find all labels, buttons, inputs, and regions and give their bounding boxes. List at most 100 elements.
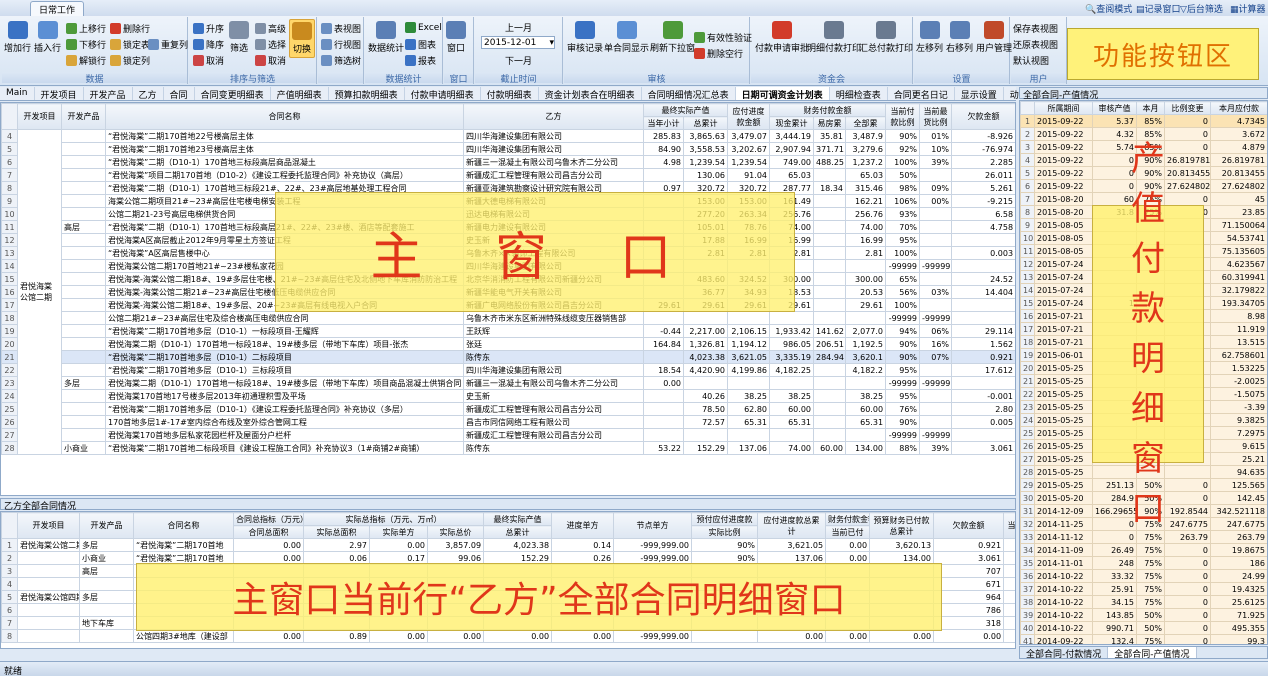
excel-button[interactable]: Excel — [405, 22, 442, 33]
col-output[interactable]: 最终实际产值 — [643, 103, 728, 117]
table-view-button[interactable]: 表视图 — [321, 22, 361, 35]
table-row[interactable]: 37 2014-10-22 25.91 75% 0 19.4325 — [1020, 582, 1267, 596]
filter-tree-button[interactable]: 筛选树 — [321, 54, 361, 67]
col-pre[interactable]: 当前最货比例 — [919, 103, 953, 130]
add-row-button[interactable]: 增加行 — [4, 21, 31, 54]
restore-view-button[interactable]: 还原表视图 — [1013, 38, 1058, 51]
sort-cancel-button[interactable]: 取消 — [193, 54, 224, 67]
move-col-left-button[interactable]: 左移列 — [916, 21, 943, 54]
view-mode-button[interactable]: 🔍查阅模式 — [1085, 2, 1132, 15]
table-row[interactable]: 27 君悦海棠170首地多层私家花园栏杆及屋面分户栏杆 新疆成汇工程管理有限公司昌吉… — [1, 428, 1015, 442]
table-row[interactable]: 39 2014-10-22 143.85 50% 0 71.925 — [1020, 608, 1267, 622]
table-row[interactable]: 41 2014-09-22 132.4 75% 0 99.3 — [1020, 634, 1267, 644]
cell-contract[interactable]: “君悦海棠”二期170首地多层（D10-1）三标段项目 — [105, 363, 464, 377]
bcol-budget-paid[interactable]: 预算财务已付款总累计 — [869, 512, 935, 539]
col-contract[interactable]: 合同名称 — [105, 103, 464, 130]
module-tab[interactable]: 付款明细表 — [481, 87, 539, 101]
cell-contract[interactable]: “君悦海棠”二期170首地二标段项目《建设工程施工合同》补充协议3（1#商铺2#… — [105, 441, 464, 455]
bcol-node-unit[interactable]: 节点单方 — [613, 512, 693, 539]
unlock-row-button[interactable]: 解锁行 — [66, 54, 106, 67]
report-button[interactable]: 报表 — [405, 54, 436, 67]
tab-output-status[interactable]: 全部合同-产值情况 — [1108, 647, 1197, 660]
bcol-fin-paid[interactable]: 财务付款金额 — [825, 512, 871, 526]
bcol-actual-index[interactable]: 实际总指标（万元、万㎡） — [302, 512, 485, 526]
bsub-actual-unit[interactable]: 实际单方 — [369, 525, 428, 539]
module-tab[interactable]: 付款申请明细表 — [405, 87, 481, 101]
bsub-current-paid[interactable]: 当前已付 — [825, 525, 871, 539]
col-fin-cash[interactable]: 现金累计 — [769, 116, 814, 130]
module-tab[interactable]: 开发项目 — [35, 87, 84, 101]
bcol-product[interactable]: 开发产品 — [79, 512, 134, 539]
cell-contract[interactable]: 君悦海棠二期（D10-1）170首地一标段18#、19#楼多层（带地下车库）项目… — [105, 337, 464, 351]
sort-desc-button[interactable]: 降序 — [193, 38, 224, 51]
cell-contract[interactable]: 君悦海棠170首地多层私家花园栏杆及屋面分户栏杆 — [105, 428, 464, 442]
rcol-month-payable[interactable]: 本月应付款 — [1210, 101, 1267, 115]
cell-partyb[interactable]: 四川华海建设集团有限公司 — [463, 142, 644, 156]
cell-partyb[interactable]: 张廷 — [463, 337, 644, 351]
prev-month-button[interactable]: 上一月 — [505, 21, 532, 34]
filter-cancel-button[interactable]: 取消 — [255, 54, 286, 67]
module-tab[interactable]: 预算扣款明细表 — [329, 87, 405, 101]
cell-partyb[interactable]: 史玉新 — [463, 389, 644, 403]
module-tab[interactable]: 乙方 — [133, 87, 164, 101]
move-col-right-button[interactable]: 右移列 — [946, 21, 973, 54]
table-row[interactable]: 36 2014-10-22 33.32 75% 0 24.99 — [1020, 569, 1267, 583]
bsub-contract-area[interactable]: 合同总面积 — [233, 525, 304, 539]
delete-row-button[interactable]: 删除行 — [110, 22, 150, 35]
module-tab[interactable]: 资金计划表合在明细表 — [539, 87, 642, 101]
cell-partyb[interactable]: 新疆成汇工程管理有限公司昌吉分公司 — [463, 168, 644, 182]
bcol-final-output[interactable]: 最终实际产值 — [483, 512, 553, 526]
cell-contract[interactable]: “君悦海棠”二期170首地多层（D10-1）《建设工程委托监理合同》补充协议（多… — [105, 402, 464, 416]
insert-row-button[interactable]: 插入行 — [34, 21, 61, 54]
chart-button[interactable]: 图表 — [405, 38, 436, 51]
record-window-button[interactable]: ▤记录窗口 — [1136, 2, 1181, 15]
module-tab[interactable]: 合同明细情况汇总表 — [642, 87, 736, 101]
cell-partyb[interactable]: 乌鲁木齐市米东区新洲特殊线缆变压器销售部 — [463, 311, 644, 325]
col-payable[interactable]: 应付进度款金额 — [727, 103, 770, 130]
bcol-current[interactable]: 当前付 — [1003, 512, 1015, 539]
delete-empty-rows-button[interactable]: 删除空行 — [694, 47, 743, 60]
cell-contract[interactable]: “君悦海棠”二期170首地 — [133, 538, 234, 552]
bsub-total[interactable]: 总累计 — [483, 525, 553, 539]
cell-contract[interactable]: 君悦海棠170首地17号楼多层2013年初通理积雪及平场 — [105, 389, 464, 403]
select-filter-button[interactable]: 选择 — [255, 38, 286, 51]
module-tab[interactable]: 合同 — [164, 87, 195, 101]
payment-approval-button[interactable]: 付款申请审批 — [755, 21, 809, 54]
table-row[interactable]: 20 君悦海棠二期（D10-1）170首地一标段18#、19#楼多层（带地下车库）… — [1, 337, 1015, 351]
cell-partyb[interactable]: 陈传东 — [463, 350, 644, 364]
table-row[interactable]: 19 “君悦海棠”二期170首地多层（D10-1）一标段项目-王耀辉 王跃辉 -0.4… — [1, 324, 1015, 338]
bcol-payable-total[interactable]: 应付进度款总累计 — [757, 512, 827, 539]
col-ratio[interactable]: 当前付款比例 — [885, 103, 921, 130]
bcol-owed[interactable]: 欠款金额 — [933, 512, 1005, 539]
validation-button[interactable]: 有效性验证 — [694, 31, 752, 44]
calculator-button[interactable]: ▦计算器 — [1230, 2, 1266, 15]
table-row[interactable]: 6 “君悦海棠”二期（D10-1）170首地三标段高层商品混凝土 新疆三一混凝土有限… — [1, 155, 1015, 169]
module-tab[interactable]: 合同更名日记 — [888, 87, 955, 101]
col-fin-total[interactable]: 全部累 — [844, 116, 887, 130]
bsub-actual-ratio[interactable]: 实际比例 — [691, 525, 759, 539]
cell-contract[interactable]: 公馆二期21#~23#高层住宅及综合楼高压电缆供应合同 — [105, 311, 464, 325]
cell-contract[interactable]: “君悦海棠”二期170首地23号楼高层主体 — [105, 142, 464, 156]
table-row[interactable]: 24 君悦海棠170首地17号楼多层2013年初通理积雪及平场 史玉新 40.26 38… — [1, 389, 1015, 403]
cell-partyb[interactable]: 昌吉市同信网络工程有限公司 — [463, 415, 644, 429]
cell-partyb[interactable]: 新疆成汇工程管理有限公司昌吉分公司 — [463, 428, 644, 442]
bcol-progress-unit[interactable]: 进度单方 — [551, 512, 615, 539]
table-row[interactable]: 7 “君悦海棠”项目二期170首地（D10-2）《建设工程委托监理合同》补充协议（… — [1, 168, 1015, 182]
bcol-prepay[interactable]: 预付应付进度款 — [691, 512, 759, 526]
summary-print-button[interactable]: 汇总付款打印 — [859, 21, 913, 54]
single-contract-button[interactable]: 单合同显示 — [604, 21, 649, 54]
user-manage-button[interactable]: 用户管理 — [976, 21, 1012, 54]
table-row[interactable]: 26 170首地多层1#-17#室内综合布线及室外综合管网工程 昌吉市同信网络工程有… — [1, 415, 1015, 429]
refresh-dropdown-button[interactable]: 刷新下拉窗 — [650, 21, 695, 54]
cell-contract[interactable]: “君悦海棠”二期（D10-1）170首地三标段高层商品混凝土 — [105, 155, 464, 169]
bcol-project[interactable]: 开发项目 — [17, 512, 80, 539]
rcol-audit-output[interactable]: 审核产值 — [1092, 101, 1137, 115]
cell-contract[interactable]: 君悦海棠二期（D10-1）170首地一标段18#、19#楼多层（带地下车库）项目… — [105, 376, 464, 390]
table-row[interactable]: 1 君悦海棠公馆二期 多层 “君悦海棠”二期170首地 0.00 2.97 0.00 3,85… — [1, 538, 1015, 552]
next-month-button[interactable]: 下一月 — [505, 54, 532, 67]
table-row[interactable]: 25 “君悦海棠”二期170首地多层（D10-1）《建设工程委托监理合同》补充协议… — [1, 402, 1015, 416]
col-owed[interactable]: 欠款金额 — [951, 103, 1015, 130]
filter-button[interactable]: 筛选 — [229, 21, 249, 54]
date-picker[interactable]: 2015-12-01 ▾ — [481, 36, 555, 49]
window-button[interactable]: 窗口 — [446, 21, 466, 54]
